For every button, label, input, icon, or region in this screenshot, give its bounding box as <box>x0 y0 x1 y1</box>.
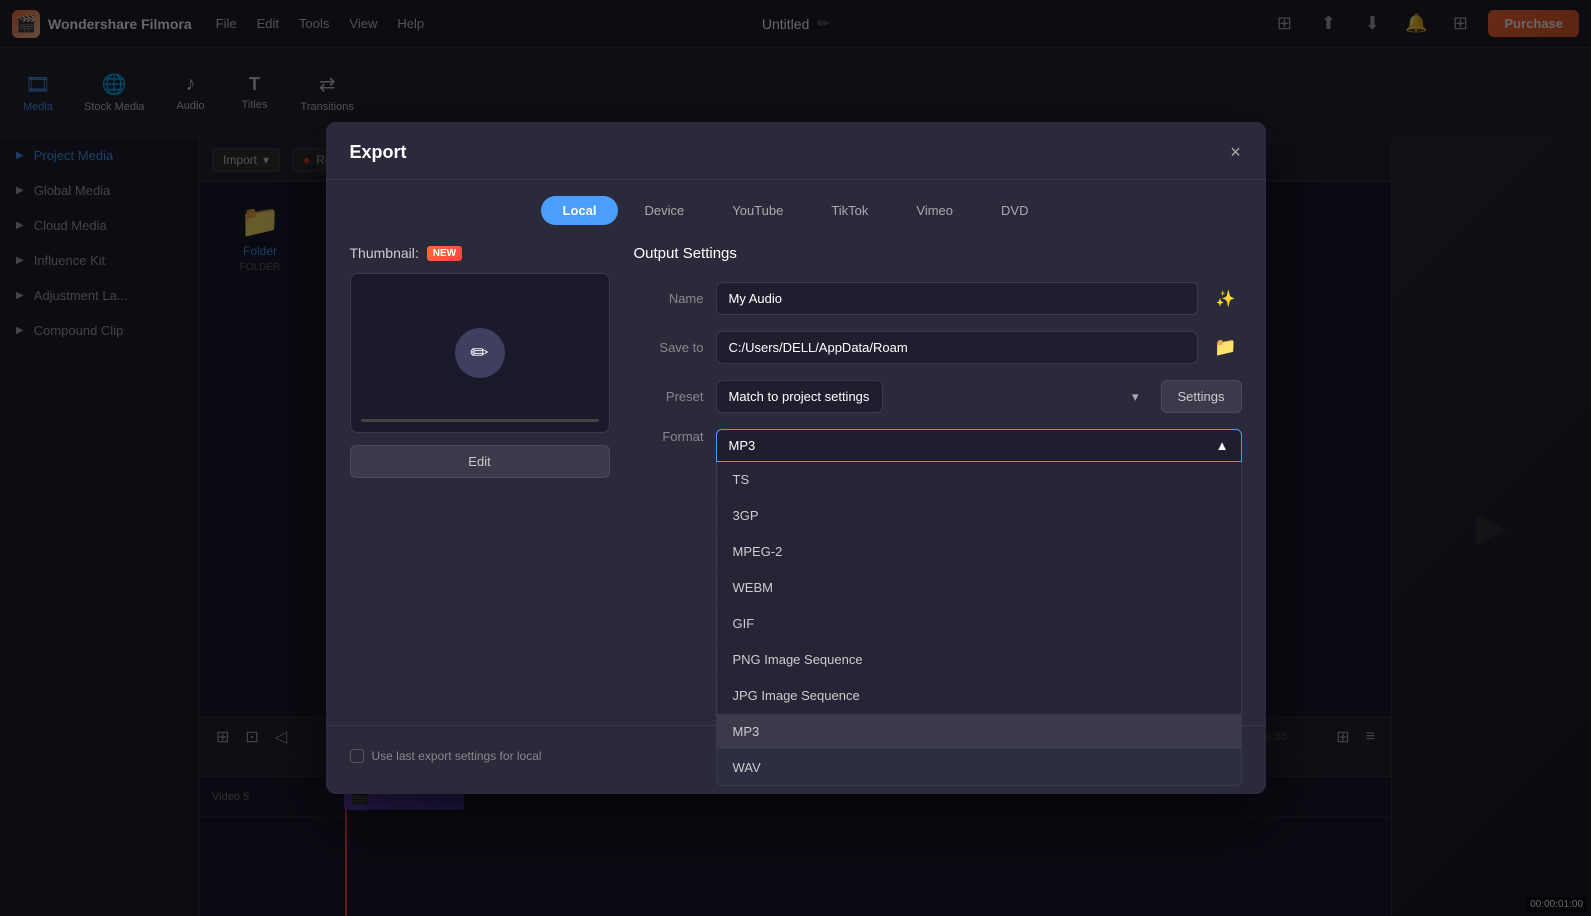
modal-close-button[interactable]: × <box>1222 138 1250 166</box>
tab-local[interactable]: Local <box>541 196 619 225</box>
preset-row: Preset Match to project settings Setting… <box>634 380 1242 413</box>
format-option-webm[interactable]: WEBM <box>717 570 1241 606</box>
ai-button[interactable]: ✨ <box>1210 283 1242 315</box>
tab-tiktok[interactable]: TikTok <box>809 196 890 225</box>
edit-thumbnail-button[interactable]: Edit <box>350 445 610 478</box>
format-option-gif[interactable]: GIF <box>717 606 1241 642</box>
last-settings-label: Use last export settings for local <box>372 749 542 763</box>
footer-left: Use last export settings for local <box>350 749 542 763</box>
thumbnail-preview[interactable]: ✏ <box>350 273 610 433</box>
preset-select-wrapper: Match to project settings <box>716 380 1149 413</box>
format-dropdown-container: MP3 ▲ TS 3GP MPEG-2 WEBM GIF PNG Image S… <box>716 429 1242 462</box>
format-option-wav[interactable]: WAV <box>717 750 1241 785</box>
thumbnail-scrubber[interactable] <box>361 419 599 422</box>
tab-dvd[interactable]: DVD <box>979 196 1050 225</box>
export-modal: Export × Local Device YouTube TikTok Vim… <box>326 122 1266 794</box>
save-to-input[interactable] <box>716 331 1198 364</box>
name-row: Name ✨ <box>634 282 1242 315</box>
tab-youtube[interactable]: YouTube <box>710 196 805 225</box>
tab-vimeo[interactable]: Vimeo <box>894 196 975 225</box>
modal-header: Export × <box>326 122 1266 180</box>
format-option-jpg-seq[interactable]: JPG Image Sequence <box>717 678 1241 714</box>
last-settings-checkbox[interactable] <box>350 749 364 763</box>
output-section: Output Settings Name ✨ Save to 📁 Preset <box>634 245 1242 705</box>
format-dropdown-list: TS 3GP MPEG-2 WEBM GIF PNG Image Sequenc… <box>716 462 1242 786</box>
modal-body: Thumbnail: NEW ✏ Edit Output Settings Na… <box>326 225 1266 725</box>
browse-folder-button[interactable]: 📁 <box>1210 332 1242 364</box>
format-chevron-icon: ▲ <box>1216 438 1229 453</box>
thumbnail-text: Thumbnail: <box>350 245 419 261</box>
save-to-row: Save to 📁 <box>634 331 1242 364</box>
tab-device[interactable]: Device <box>622 196 706 225</box>
thumbnail-section: Thumbnail: NEW ✏ Edit <box>350 245 610 705</box>
format-row: Format MP3 ▲ TS 3GP MPEG-2 WEBM GIF PN <box>634 429 1242 462</box>
format-option-mpeg2[interactable]: MPEG-2 <box>717 534 1241 570</box>
export-tabs: Local Device YouTube TikTok Vimeo DVD <box>326 180 1266 225</box>
format-option-mp3[interactable]: MP3 <box>717 714 1241 750</box>
name-input[interactable] <box>716 282 1198 315</box>
thumbnail-label: Thumbnail: NEW <box>350 245 610 261</box>
format-label: Format <box>634 429 704 444</box>
preset-label: Preset <box>634 389 704 404</box>
modal-title: Export <box>350 142 407 163</box>
output-title: Output Settings <box>634 245 1242 262</box>
preset-select[interactable]: Match to project settings <box>716 380 883 413</box>
modal-overlay: Export × Local Device YouTube TikTok Vim… <box>0 0 1591 916</box>
format-selected-value: MP3 <box>729 438 756 453</box>
settings-button[interactable]: Settings <box>1161 380 1242 413</box>
save-to-label: Save to <box>634 340 704 355</box>
format-option-ts[interactable]: TS <box>717 462 1241 498</box>
format-option-3gp[interactable]: 3GP <box>717 498 1241 534</box>
thumbnail-edit-icon: ✏ <box>455 328 505 378</box>
last-settings-checkbox-label[interactable]: Use last export settings for local <box>350 749 542 763</box>
format-selected[interactable]: MP3 ▲ <box>716 429 1242 462</box>
name-label: Name <box>634 291 704 306</box>
format-option-png-seq[interactable]: PNG Image Sequence <box>717 642 1241 678</box>
new-badge: NEW <box>427 246 462 261</box>
